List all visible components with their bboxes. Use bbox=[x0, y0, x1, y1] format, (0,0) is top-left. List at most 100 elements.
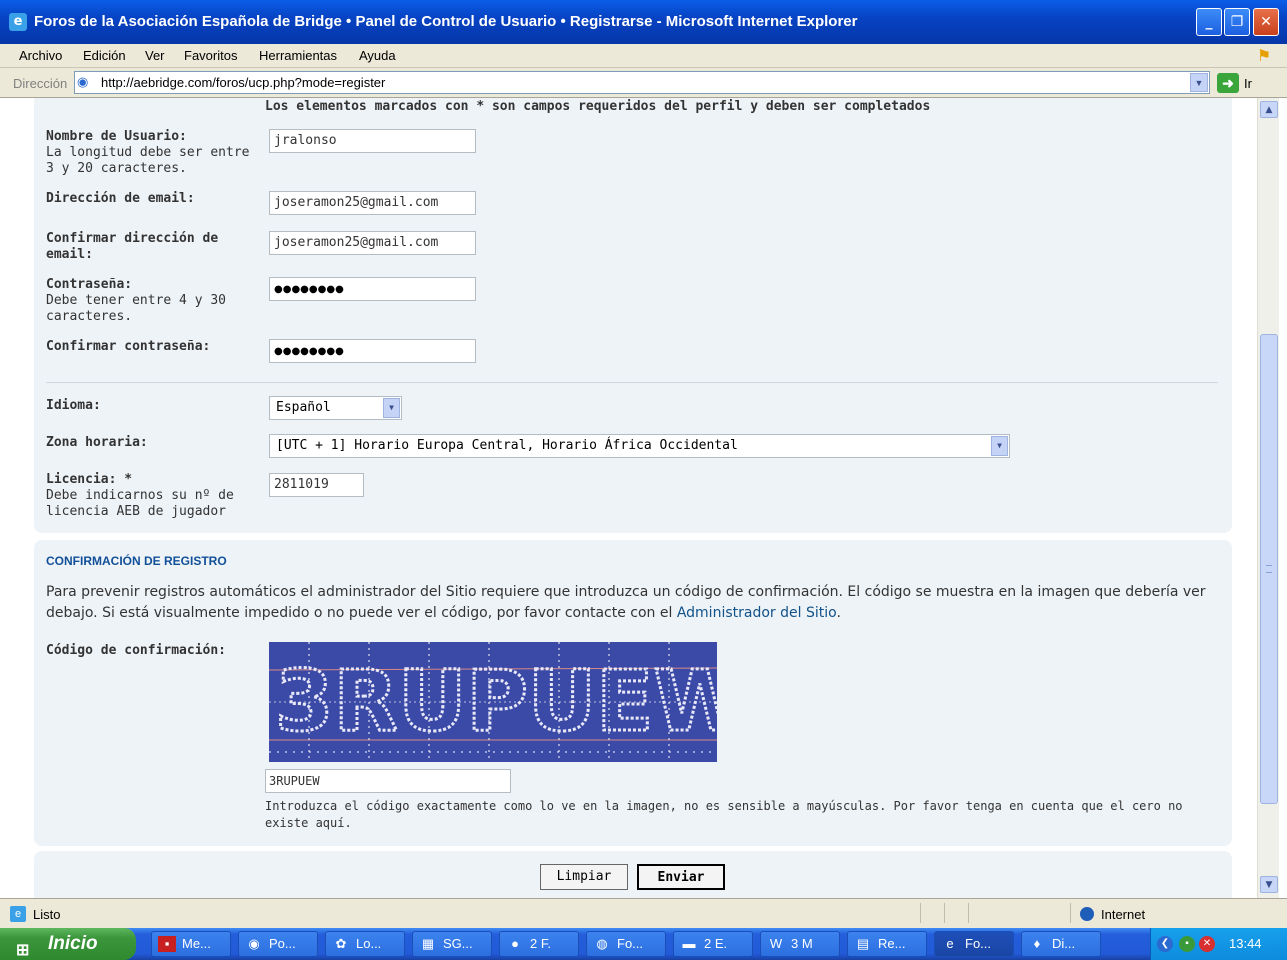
submit-panel bbox=[34, 851, 1232, 898]
email-label: Dirección de email: bbox=[46, 191, 195, 206]
code-hint: Introduzca el código exactamente como lo… bbox=[265, 799, 1183, 830]
menu-archivo[interactable]: Archivo bbox=[19, 48, 62, 63]
windows-logo-icon: ⊞ bbox=[16, 942, 30, 959]
scroll-up-icon[interactable]: ▲ bbox=[1260, 101, 1278, 118]
chevron-down-icon[interactable]: ▼ bbox=[991, 436, 1008, 456]
taskbar-item[interactable]: ◉ Po... bbox=[238, 931, 318, 957]
license-desc: Debe indicarnos su nº de licencia AEB de… bbox=[46, 488, 234, 519]
site-admin-link[interactable]: Administrador del Sitio bbox=[677, 605, 837, 621]
confirmation-text-body: Para prevenir registros automáticos el a… bbox=[46, 584, 1206, 621]
menu-herramientas[interactable]: Herramientas bbox=[259, 48, 337, 63]
timezone-select[interactable]: [UTC + 1] Horario Europa Central, Horari… bbox=[269, 434, 1010, 458]
app-icon: ◍ bbox=[596, 936, 608, 951]
language-select[interactable]: Español ▼ bbox=[269, 396, 402, 420]
email-confirm-input[interactable]: joseramon25@gmail.com bbox=[269, 231, 476, 255]
chevron-down-icon[interactable]: ▼ bbox=[383, 398, 400, 418]
status-divider bbox=[968, 903, 969, 923]
address-field[interactable]: ◉ http://aebridge.com/foros/ucp.php?mode… bbox=[74, 71, 1210, 94]
username-desc: La longitud debe ser entre 3 y 20 caract… bbox=[46, 145, 250, 176]
taskbar-item[interactable]: ● 2 F. bbox=[499, 931, 579, 957]
start-button[interactable]: ⊞ Inicio bbox=[0, 928, 136, 960]
username-input[interactable]: jralonso bbox=[269, 129, 476, 153]
timezone-label: Zona horaria: bbox=[46, 435, 148, 450]
language-label: Idioma: bbox=[46, 398, 101, 413]
window-title: Foros de la Asociación Española de Bridg… bbox=[34, 13, 858, 30]
taskbar-item-label: Fo... bbox=[965, 936, 992, 951]
security-shield-icon[interactable]: ✕ bbox=[1199, 936, 1215, 952]
ie-icon: e bbox=[9, 13, 27, 31]
taskbar-item[interactable]: ▪ Me... bbox=[151, 931, 231, 957]
menu-edicion[interactable]: Edición bbox=[83, 48, 126, 63]
taskbar-item-label: 2 E. bbox=[704, 936, 728, 951]
grip-icon bbox=[1266, 565, 1272, 573]
email-input[interactable]: joseramon25@gmail.com bbox=[269, 191, 476, 215]
scroll-thumb[interactable] bbox=[1260, 334, 1278, 804]
taskbar-item-label: 3 M bbox=[791, 936, 813, 951]
app-icon: ● bbox=[511, 936, 519, 951]
confirmation-text: Para prevenir registros automáticos el a… bbox=[46, 582, 1216, 624]
taskbar-item[interactable]: ✿ Lo... bbox=[325, 931, 405, 957]
app-icon: ▪ bbox=[158, 936, 176, 952]
ie-icon: e bbox=[946, 936, 954, 951]
page-content: Los elementos marcados con * son campos … bbox=[8, 98, 1257, 898]
taskbar-item-label: Di... bbox=[1052, 936, 1076, 951]
taskbar-item[interactable]: e Fo... bbox=[934, 931, 1014, 957]
menu-favoritos[interactable]: Favoritos bbox=[184, 48, 237, 63]
menu-bar: Archivo Edición Ver Favoritos Herramient… bbox=[0, 44, 1287, 68]
go-arrow-icon[interactable]: ➜ bbox=[1217, 73, 1239, 93]
status-bar: e Listo Internet bbox=[0, 898, 1287, 928]
app-icon: ♦ bbox=[1033, 936, 1041, 951]
username-label: Nombre de Usuario: bbox=[46, 129, 187, 144]
language-value: Español bbox=[276, 400, 331, 415]
taskbar-item[interactable]: ▦ SG... bbox=[412, 931, 492, 957]
taskbar-item-label: SG... bbox=[443, 936, 473, 951]
reset-button[interactable]: Limpiar bbox=[540, 864, 628, 890]
network-icon[interactable]: ▪ bbox=[1179, 936, 1195, 952]
menu-ver[interactable]: Ver bbox=[145, 48, 165, 63]
page-icon: ◉ bbox=[77, 74, 89, 89]
status-text: Listo bbox=[33, 907, 61, 922]
start-label: Inicio bbox=[48, 933, 98, 954]
chevron-down-icon[interactable]: ▼ bbox=[1190, 73, 1208, 92]
windows-flag-icon: ⚑ bbox=[1256, 48, 1272, 65]
taskbar-item-label: Re... bbox=[878, 936, 906, 951]
captcha-image: 3RUPUEW bbox=[269, 642, 717, 762]
clock: 13:44 bbox=[1229, 936, 1262, 951]
address-label: Dirección bbox=[13, 76, 68, 91]
taskbar-item-label: Fo... bbox=[617, 936, 644, 951]
taskbar-item-label: Po... bbox=[269, 936, 296, 951]
vertical-scrollbar[interactable]: ▲ ▼ bbox=[1257, 98, 1279, 898]
taskbar-item-label: Lo... bbox=[356, 936, 382, 951]
taskbar-item[interactable]: W 3 M bbox=[760, 931, 840, 957]
taskbar-item[interactable]: ♦ Di... bbox=[1021, 931, 1101, 957]
timezone-value: [UTC + 1] Horario Europa Central, Horari… bbox=[276, 438, 738, 453]
scroll-down-icon[interactable]: ▼ bbox=[1260, 876, 1278, 893]
divider bbox=[46, 382, 1218, 383]
taskbar-item[interactable]: ▬ 2 E. bbox=[673, 931, 753, 957]
password-confirm-input[interactable]: ●●●●●●●● bbox=[269, 339, 476, 363]
address-url[interactable]: http://aebridge.com/foros/ucp.php?mode=r… bbox=[101, 75, 385, 90]
password-label: Contraseña: bbox=[46, 277, 133, 292]
license-input[interactable]: 2811019 bbox=[269, 473, 364, 497]
taskbar-item[interactable]: ◍ Fo... bbox=[586, 931, 666, 957]
password-input[interactable]: ●●●●●●●● bbox=[269, 277, 476, 301]
address-bar: Dirección ◉ http://aebridge.com/foros/uc… bbox=[0, 68, 1287, 98]
tray-expand-icon[interactable]: ❮ bbox=[1157, 936, 1173, 952]
close-button[interactable]: ✕ bbox=[1253, 8, 1279, 36]
status-divider bbox=[944, 903, 945, 923]
minimize-button[interactable]: _ bbox=[1196, 8, 1222, 36]
code-label: Código de confirmación: bbox=[46, 643, 227, 658]
zone-text: Internet bbox=[1101, 907, 1146, 922]
confirmation-code-input[interactable]: 3RUPUEW bbox=[265, 769, 511, 793]
taskbar-item-label: Me... bbox=[182, 936, 211, 951]
maximize-button[interactable]: ❐ bbox=[1224, 8, 1250, 36]
app-icon: ✿ bbox=[335, 936, 347, 951]
go-button[interactable]: Ir bbox=[1244, 76, 1252, 91]
system-tray: ❮ ▪ ✕ 13:44 bbox=[1150, 928, 1287, 960]
app-icon: ▤ bbox=[856, 936, 870, 951]
word-icon: W bbox=[769, 936, 783, 951]
submit-button[interactable]: Enviar bbox=[637, 864, 725, 890]
menu-ayuda[interactable]: Ayuda bbox=[359, 48, 396, 63]
taskbar: ⊞ Inicio ▪ Me... ◉ Po... ✿ Lo... ▦ SG... ● 2 … bbox=[0, 928, 1287, 960]
taskbar-item[interactable]: ▤ Re... bbox=[847, 931, 927, 957]
